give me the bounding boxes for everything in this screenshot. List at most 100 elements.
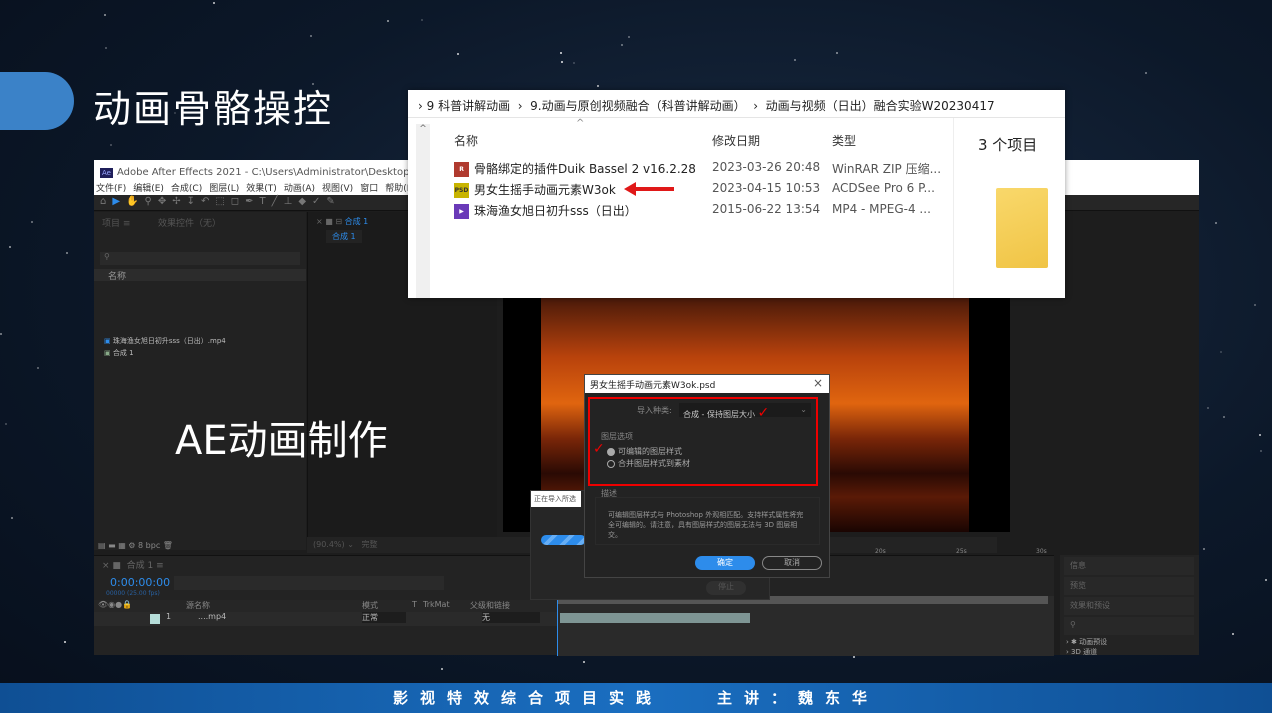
col-parent[interactable]: 父级和链接 [470,600,510,611]
layer-row[interactable]: 1 ....mp4 正常 无 [94,612,557,626]
description-text: 可编辑图层样式与 Photoshop 外观相匹配。支持样式属性将完全可编辑的。请… [595,497,820,545]
folder-icon [996,188,1048,268]
project-item-mp4[interactable]: ▣ 珠海渔女旭日初升sss（日出）.mp4 [104,336,304,346]
col-date[interactable]: 修改日期 [712,132,760,149]
layer-name[interactable]: ....mp4 [198,612,226,621]
star [4,423,7,426]
menu-file[interactable]: 文件(F) [96,181,126,194]
timeline-tab[interactable]: × ■ 合成 1 ≡ [102,558,164,571]
effects-presets-tab[interactable]: 效果和预设 [1064,597,1194,615]
preview-panel-tab[interactable]: 预览 [1064,577,1194,595]
file-row[interactable]: R 骨骼绑定的插件Duik Bassel 2 v16.2.28 2023-03-… [452,160,952,180]
close-icon[interactable]: × [813,376,823,390]
star [628,35,631,38]
ae-logo-icon: Ae [100,168,113,178]
star [104,14,107,17]
menu-effect[interactable]: 效果(T) [246,181,277,194]
breadcrumb-item[interactable]: 9 科普讲解动画 [427,99,510,113]
column-headers: 名称 ^ 修改日期 类型 [452,118,952,152]
current-timecode[interactable]: 0:00:00:00 [110,576,170,589]
star [1253,304,1256,307]
timeline-search-input[interactable] [174,576,444,590]
composition-icon: ▣ [104,349,113,357]
effect-controls-tab[interactable]: 效果控件（无） [158,216,221,229]
star [0,332,3,335]
menu-window[interactable]: 窗口 [360,181,378,194]
project-search-input[interactable]: ⚲ [100,252,300,265]
star [1145,71,1148,74]
col-name[interactable]: 名称 [454,132,478,149]
col-type[interactable]: 类型 [832,132,856,149]
stop-button[interactable]: 停止 [706,581,746,595]
mp4-icon: ▶ [454,204,469,219]
project-item-comp[interactable]: ▣ 合成 1 [104,348,304,358]
scrollbar[interactable]: ^ [416,124,430,298]
radio-merge-styles[interactable]: 合并图层样式到素材 [607,458,690,469]
preset-animation[interactable]: › ✱ 动画预设 [1066,637,1107,647]
menu-animation[interactable]: 动画(A) [284,181,315,194]
progress-label: 正在导入所选 [531,491,581,507]
right-panels: 信息 预览 效果和预设 ⚲ › ✱ 动画预设 › 3D 通道 [1060,555,1199,657]
col-mode[interactable]: 模式 [362,600,378,611]
file-row[interactable]: PSD 男女生摇手动画元素W3ok 2023-04-15 10:53 ACDSe… [452,181,952,201]
slide-title: 动画骨骼操控 [93,87,334,131]
star [572,61,575,64]
star [1259,433,1262,436]
file-row[interactable]: ▶ 珠海渔女旭日初升sss（日出） 2015-06-22 13:54 MP4 -… [452,202,952,222]
star [1259,449,1262,452]
comp-tab-header[interactable]: × ■ ⊟ 合成 1 [316,216,368,227]
star [1223,416,1226,419]
star [420,18,423,21]
zoom-select[interactable]: (90.4%) [313,540,345,549]
menu-view[interactable]: 视图(V) [322,181,353,194]
resolution-select[interactable]: 完整 [362,540,378,549]
breadcrumb-item[interactable]: 9.动画与原创视频融合（科普讲解动画） [530,99,745,113]
radio-unselected-icon [607,459,615,468]
col-trkmat[interactable]: TrkMat [423,600,450,609]
menu-layer[interactable]: 图层(L) [209,181,239,194]
import-progress-bar [541,535,586,545]
preview-pane: 3 个项目 [953,118,1065,298]
star [793,58,796,61]
star [212,2,215,5]
winrar-icon: R [454,162,469,177]
ok-button[interactable]: 确定 [695,556,755,570]
layer-label-color[interactable] [150,614,160,624]
breadcrumb-item[interactable]: 动画与视频（日出）融合实验W20230417 [766,99,995,113]
footage-icon: ▣ [104,337,113,345]
project-column-name[interactable]: 名称 [94,269,306,282]
star [621,43,624,46]
checkmark-annotation: ✓ [757,405,770,421]
star [1203,548,1206,551]
layer-duration-bar[interactable] [560,613,750,623]
col-source-name[interactable]: 源名称 [186,600,210,611]
import-kind-select[interactable]: 合成 - 保持图层大小 ✓ ⌄ [679,403,811,421]
project-bottom-toolbar: ▤ ▬ ▦ ⚙ 8 bpc 🗑 [98,541,173,550]
layer-parent-select[interactable]: 无 [482,612,540,623]
info-panel-tab[interactable]: 信息 [1064,557,1194,575]
bpc-label[interactable]: 8 bpc [138,541,160,550]
layer-options-heading: 图层选项 [601,432,633,441]
col-t: T [412,600,417,609]
menu-edit[interactable]: 编辑(E) [133,181,164,194]
layer-mode-select[interactable]: 正常 [362,612,406,623]
title-accent-tab [0,72,74,130]
radio-editable-styles[interactable]: 可编辑的图层样式 [607,446,682,457]
preset-3d-channel[interactable]: › 3D 通道 [1066,647,1097,657]
star [560,51,562,54]
sort-arrow-icon: ^ [576,118,585,129]
cancel-button[interactable]: 取消 [762,556,822,570]
project-tab[interactable]: 项目 ≡ [102,216,130,229]
star [836,52,839,55]
timeline-track-area[interactable] [557,596,1054,656]
comp-subtab[interactable]: 合成 1 [326,230,362,243]
star [63,641,66,644]
star [65,252,68,255]
star [1265,579,1268,582]
file-explorer-window: › 9 科普讲解动画 › 9.动画与原创视频融合（科普讲解动画） › 动画与视频… [408,90,1065,298]
star [457,52,460,55]
slide-subtitle: AE动画制作 [175,418,388,464]
menu-composition[interactable]: 合成(C) [171,181,202,194]
effects-search-input[interactable]: ⚲ [1064,617,1194,635]
import-kind-label: 导入种类: [637,406,672,415]
